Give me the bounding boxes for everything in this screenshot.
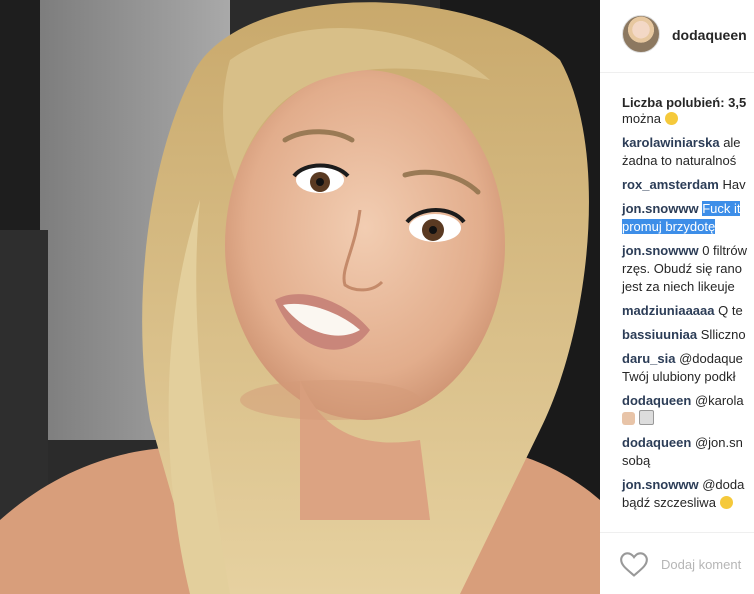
comment-text: ale [723,135,741,150]
post-sidebar: dodaqueen Liczba polubień: 3,5 można kar… [600,0,754,594]
likes-count[interactable]: Liczba polubień: 3,5 [622,95,746,110]
comment-item: dodaqueen @karola [622,392,754,428]
comment-item: madziuniaaaaa Q te [622,302,754,320]
comment-item: jon.snowww Fuck it promuj brzydotę [622,200,754,236]
comments-list: można karolawiniarska ale żadna to natur… [622,111,754,518]
comment-text: Fuck it [702,201,741,216]
comment-username[interactable]: madziuniaaaaa [622,303,715,318]
comment-username[interactable]: jon.snowww [622,243,699,258]
post-photo [0,0,600,594]
comment-item: daru_sia @dodaque Twój ulubiony podkł [622,350,754,386]
comment-text: Twój ulubiony podkł [622,369,736,384]
comment-text: @doda [702,477,745,492]
comment-item: bassiuuniaa Slliczno [622,326,754,344]
comment-text: Hav [722,177,746,192]
comment-item: dodaqueen @jon.sn sobą [622,434,754,470]
avatar[interactable] [622,15,660,53]
username-link[interactable]: dodaqueen [672,27,747,43]
comment-username[interactable]: dodaqueen [622,393,691,408]
grid-emoji-icon [638,410,654,425]
comment-username[interactable]: karolawiniarska [622,135,720,150]
comment-text: żadna to naturalnoś [622,153,737,168]
comment-text: @jon.sn [694,435,743,450]
comment-username[interactable]: bassiuuniaa [622,327,697,342]
comment-username[interactable]: jon.snowww [622,477,699,492]
comment-text: bądź szczesliwa [622,495,716,510]
comment-username[interactable]: dodaqueen [622,435,691,450]
comment-text: 0 filtrów [702,243,747,258]
comment-text: Slliczno [700,327,746,342]
hand-emoji-icon [622,412,635,425]
comment-text: @karola [694,393,744,408]
post-header: dodaqueen [600,0,754,73]
comment-item: karolawiniarska ale żadna to naturalnoś [622,134,754,170]
comment-item: rox_amsterdam Hav [622,176,754,194]
comment-username[interactable]: daru_sia [622,351,675,366]
comment-text: rzęs. Obudź się rano [622,261,742,276]
add-comment-input[interactable]: Dodaj koment [661,557,741,572]
comment-text: promuj brzydotę [622,219,716,234]
smile-emoji-icon [664,112,678,125]
heart-icon[interactable] [620,552,648,578]
comment-item: jon.snowww 0 filtrów rzęs. Obudź się ran… [622,242,754,296]
comment-text: sobą [622,453,651,468]
selfie-image [0,0,600,594]
comment-text: jest za niech likeuje [622,279,735,294]
surprised-emoji-icon [719,496,733,509]
partial-comment-text: można [622,111,662,126]
comment-text: @dodaque [679,351,743,366]
partial-comment: można [622,110,754,128]
comment-text: Q te [718,303,743,318]
comment-item: jon.snowww @doda bądź szczesliwa [622,476,754,512]
post-actions: Dodaj koment [600,532,754,594]
comment-username[interactable]: rox_amsterdam [622,177,719,192]
comment-username[interactable]: jon.snowww [622,201,699,216]
